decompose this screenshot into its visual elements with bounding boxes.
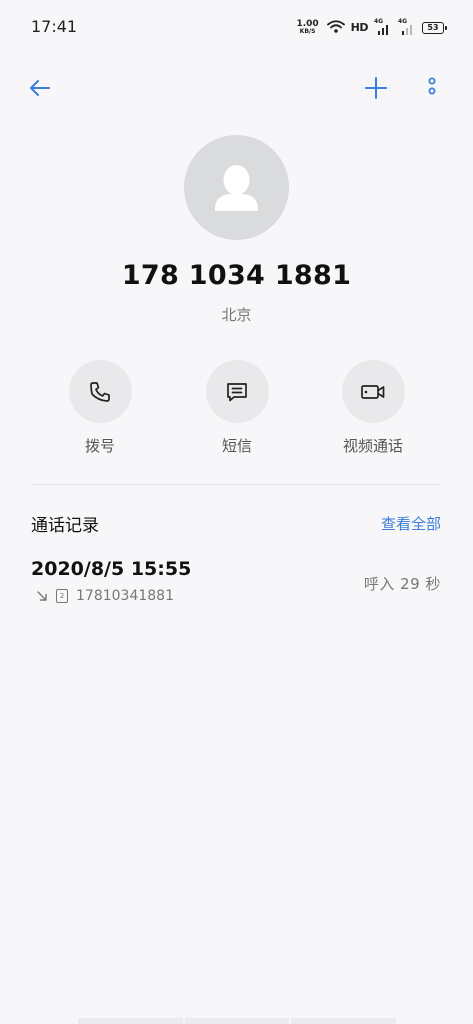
dial-button[interactable]: 拨号	[40, 360, 160, 456]
phone-icon	[90, 381, 110, 402]
battery-icon: 53	[422, 21, 447, 34]
person-icon	[215, 165, 258, 211]
status-time: 17:41	[31, 17, 78, 36]
status-bar: 17:41 1.00 KB/S HD 4G 4G 53	[0, 0, 473, 56]
more-vertical-icon	[428, 77, 436, 95]
network-speed-unit: KB/S	[299, 27, 316, 35]
dial-label: 拨号	[84, 437, 115, 455]
network-speed: 1.00 KB/S	[296, 18, 319, 36]
status-icons: 1.00 KB/S HD 4G 4G 53	[296, 18, 447, 37]
signal-icon-sim2: 4G	[398, 18, 416, 35]
call-log-entry[interactable]: 2020/8/5 15:55 2 17810341881 呼入 29 秒	[0, 552, 473, 614]
plus-icon	[365, 77, 387, 99]
view-all-link[interactable]: 查看全部	[381, 513, 441, 534]
sms-button[interactable]: 短信	[177, 360, 297, 456]
divider	[31, 484, 441, 485]
contact-location: 北京	[221, 306, 252, 324]
back-button[interactable]	[28, 76, 52, 104]
video-call-icon	[361, 384, 385, 399]
message-icon	[227, 382, 247, 401]
call-datetime: 2020/8/5 15:55	[31, 558, 192, 580]
call-log-title: 通话记录	[31, 516, 99, 536]
contact-number: 178 1034 1881	[121, 260, 352, 291]
wifi-icon	[326, 18, 345, 37]
hd-voice-icon: HD	[350, 21, 369, 34]
call-number: 17810341881	[76, 588, 174, 604]
incoming-arrow-icon	[37, 591, 47, 601]
arrow-left-icon	[30, 80, 50, 96]
sms-label: 短信	[221, 437, 252, 455]
contact-avatar	[184, 135, 289, 240]
video-call-button[interactable]: 视频通话	[313, 360, 433, 456]
navigation-gesture-bar	[78, 1018, 397, 1024]
dial-button-circle	[68, 360, 132, 423]
call-details: 2 17810341881	[36, 588, 174, 604]
more-options-button[interactable]	[427, 77, 437, 103]
sms-button-circle	[205, 360, 269, 423]
network-speed-value: 1.00	[296, 18, 319, 29]
add-contact-button[interactable]	[364, 76, 388, 104]
signal-icon-sim1: 4G	[374, 18, 392, 35]
video-call-label: 视频通话	[342, 437, 403, 455]
sim-card-icon: 2	[56, 589, 68, 603]
top-bar	[0, 70, 473, 110]
video-call-button-circle	[341, 360, 405, 423]
call-result: 呼入 29 秒	[363, 575, 441, 593]
